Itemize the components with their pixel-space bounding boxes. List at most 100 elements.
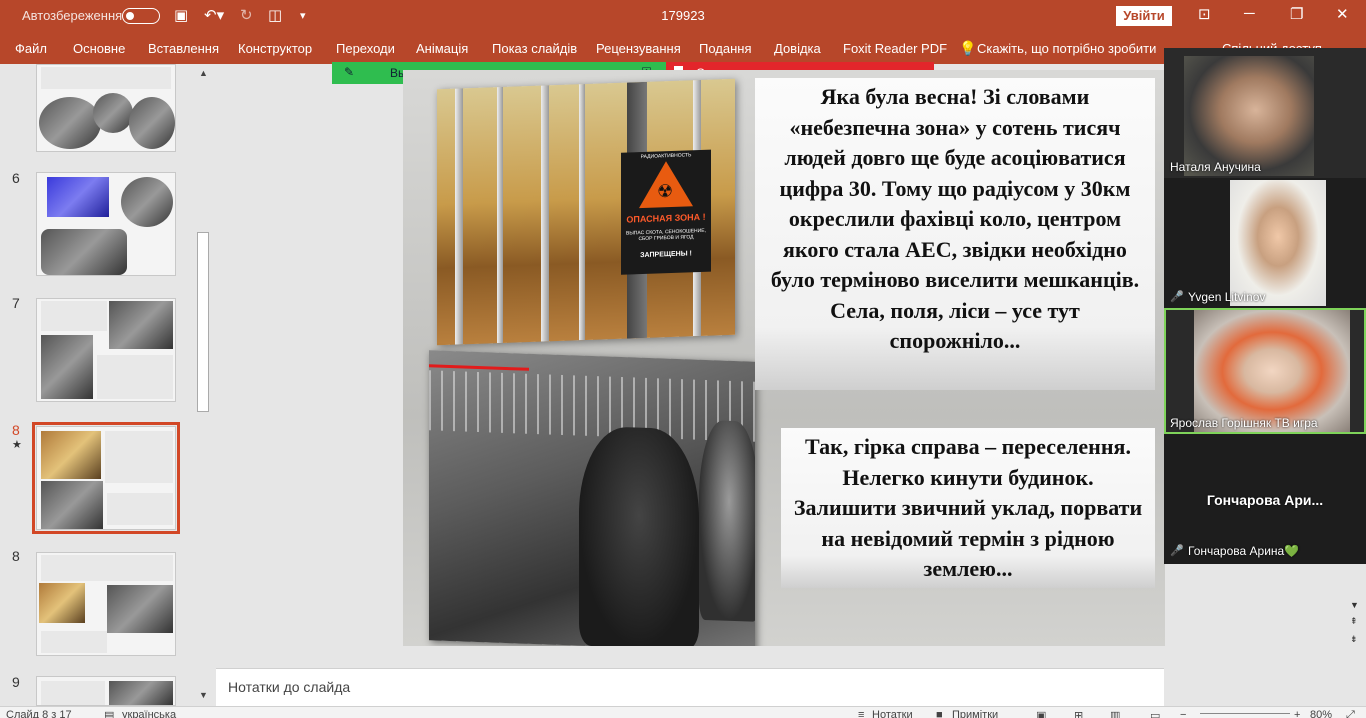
comments-toggle[interactable]: Примітки xyxy=(952,709,998,718)
thumbnail-photo xyxy=(41,481,103,529)
notes-toggle[interactable]: Нотатки xyxy=(872,709,913,718)
tab-slideshow[interactable]: Показ слайдів xyxy=(492,41,577,56)
participant-tile[interactable]: 🎤 Yvgen Litvinov xyxy=(1164,180,1366,306)
sign-title: РАДИОАКТИВНОСТЬ xyxy=(640,152,692,161)
tab-foxit[interactable]: Foxit Reader PDF xyxy=(843,41,947,56)
participant-display-name: Гончарова Ари... xyxy=(1206,492,1324,508)
notes-pane[interactable]: Нотатки до слайда xyxy=(216,668,1164,706)
slideshow-view-icon[interactable]: ▭ xyxy=(1150,709,1160,718)
tab-review[interactable]: Рецензування xyxy=(596,41,681,56)
scroll-up-icon[interactable]: ▲ xyxy=(199,68,208,78)
thumbnail-text xyxy=(41,631,107,653)
comments-icon: ■ xyxy=(936,709,943,718)
slide-thumbnails-pane: 6 7 8 ★ 8 9 xyxy=(0,64,216,706)
tab-transitions[interactable]: Переходи xyxy=(336,41,395,56)
slide-thumbnail-8[interactable] xyxy=(32,422,180,534)
thumbnail-photo xyxy=(39,97,101,149)
tree-trunk xyxy=(541,85,549,342)
zoom-level[interactable]: 80% xyxy=(1310,709,1332,718)
thumbnail-photo xyxy=(109,301,173,349)
share-pin-icon[interactable]: ✎ xyxy=(344,65,354,79)
participant-tile-active[interactable]: Ярослав Горішняк ТВ игра xyxy=(1164,308,1366,434)
evacuation-photo xyxy=(429,350,755,646)
tab-design[interactable]: Конструктор xyxy=(238,41,312,56)
tree-trunk xyxy=(455,88,463,345)
tab-animations[interactable]: Анімація xyxy=(416,41,468,56)
sign-in-button[interactable]: Увійти xyxy=(1116,6,1172,26)
zoom-out-icon[interactable]: − xyxy=(1180,709,1186,718)
tab-view[interactable]: Подання xyxy=(699,41,752,56)
tree-trunk xyxy=(579,84,585,341)
participant-video xyxy=(1230,180,1326,306)
reading-view-icon[interactable]: ▥ xyxy=(1110,709,1120,718)
thumbnail-photo xyxy=(47,177,109,217)
woman-figure xyxy=(699,419,755,622)
title-bar: Автозбереження ▣ ↶▾ ↻ ◫ ▾ 179923 Увійти … xyxy=(0,0,1366,32)
slide-number: 8 xyxy=(12,548,20,564)
thumbnails-scrollbar[interactable]: ▲ ▼ xyxy=(196,64,210,704)
tab-help[interactable]: Довідка xyxy=(774,41,821,56)
participant-name: Yvgen Litvinov xyxy=(1188,290,1266,304)
language-indicator[interactable]: українська xyxy=(122,709,176,718)
participant-tile[interactable]: Гончарова Ари... 🎤 Гончарова Арина💚 xyxy=(1164,436,1366,564)
thumbnail-photo xyxy=(93,93,133,133)
slide-text-main[interactable]: Яка була весна! Зі словами «небезпечна з… xyxy=(755,78,1155,390)
maximize-icon[interactable]: ❐ xyxy=(1290,5,1303,23)
participant-name: Гончарова Арина💚 xyxy=(1188,544,1300,558)
tell-me-search[interactable]: Скажіть, що потрібно зробити xyxy=(977,41,1156,56)
ribbon-display-options-icon[interactable]: ⊡ xyxy=(1198,5,1211,23)
scroll-down-icon[interactable]: ▼ xyxy=(1350,600,1359,610)
zoom-in-icon[interactable]: + xyxy=(1294,709,1300,718)
participant-video xyxy=(1194,310,1350,432)
scrollbar-thumb[interactable] xyxy=(197,232,209,412)
sign-zone-text: ОПАСНАЯ ЗОНА ! xyxy=(626,211,706,225)
muted-mic-icon: 🎤 xyxy=(1170,545,1184,557)
normal-view-icon[interactable]: ▣ xyxy=(1036,709,1046,718)
sign-forbidden-text: ЗАПРЕЩЕНЫ ! xyxy=(640,250,692,260)
next-slide-icon[interactable]: ⇟ xyxy=(1350,634,1358,645)
thumbnail-photo xyxy=(41,229,127,275)
tab-insert[interactable]: Вставлення xyxy=(148,41,219,56)
thumbnail-photo xyxy=(109,681,173,705)
previous-slide-icon[interactable]: ⇞ xyxy=(1350,616,1358,627)
participant-tile[interactable]: Наталя Анучина xyxy=(1164,48,1366,178)
powerpoint-window: Автозбереження ▣ ↶▾ ↻ ◫ ▾ 179923 Увійти … xyxy=(0,0,1366,718)
participant-name: Ярослав Горішняк ТВ игра xyxy=(1170,416,1318,430)
slide-number: 6 xyxy=(12,170,20,186)
fit-to-window-icon[interactable]: ⤢ xyxy=(1346,709,1355,718)
status-bar: Слайд 8 з 17 ▤ українська ≡ Нотатки ■ Пр… xyxy=(0,706,1366,718)
ribbon-tabs: Файл Основне Вставлення Конструктор Пере… xyxy=(0,32,1366,64)
thumbnail-photo xyxy=(129,97,175,149)
danger-zone-sign: ☢ РАДИОАКТИВНОСТЬ ОПАСНАЯ ЗОНА ! ВЫПАС С… xyxy=(621,149,711,275)
slide-thumbnail-10[interactable] xyxy=(36,676,176,706)
slide-number: 9 xyxy=(12,674,20,690)
proofing-icon[interactable]: ▤ xyxy=(104,709,114,718)
slide-thumbnail-6[interactable] xyxy=(36,172,176,276)
tree-trunk xyxy=(497,86,503,344)
participants-video-panel: Наталя Анучина 🎤 Yvgen Litvinov Ярослав … xyxy=(1164,48,1366,564)
tab-file[interactable]: Файл xyxy=(15,41,47,56)
slide-sorter-icon[interactable]: ⊞ xyxy=(1074,709,1083,718)
thumbnail-text xyxy=(41,555,173,581)
minimize-icon[interactable]: ─ xyxy=(1244,5,1255,22)
thumbnail-photo xyxy=(41,431,101,479)
zoom-slider[interactable] xyxy=(1200,713,1290,714)
participant-name: Наталя Анучина xyxy=(1170,160,1261,174)
slide-thumbnail-9[interactable] xyxy=(36,552,176,656)
slide-text-secondary[interactable]: Так, гірка справа – переселення. Нелегко… xyxy=(781,428,1155,588)
thumbnail-text xyxy=(41,301,107,331)
thumbnail-photo xyxy=(107,585,173,633)
slide-thumbnail-5[interactable] xyxy=(36,64,176,152)
slide-number-selected: 8 xyxy=(12,422,20,438)
thumbnail-text xyxy=(97,355,173,399)
slide-number: 7 xyxy=(12,295,20,311)
slide-counter: Слайд 8 з 17 xyxy=(6,709,72,718)
fence xyxy=(429,370,755,442)
tab-home[interactable]: Основне xyxy=(73,41,125,56)
forest-photo: ☢ РАДИОАКТИВНОСТЬ ОПАСНАЯ ЗОНА ! ВЫПАС С… xyxy=(437,78,735,346)
notes-icon: ≡ xyxy=(858,709,865,718)
scroll-down-icon[interactable]: ▼ xyxy=(199,690,208,700)
slide-canvas[interactable]: ☢ РАДИОАКТИВНОСТЬ ОПАСНАЯ ЗОНА ! ВЫПАС С… xyxy=(403,70,1165,646)
close-icon[interactable]: ✕ xyxy=(1336,5,1349,23)
slide-thumbnail-7[interactable] xyxy=(36,298,176,402)
